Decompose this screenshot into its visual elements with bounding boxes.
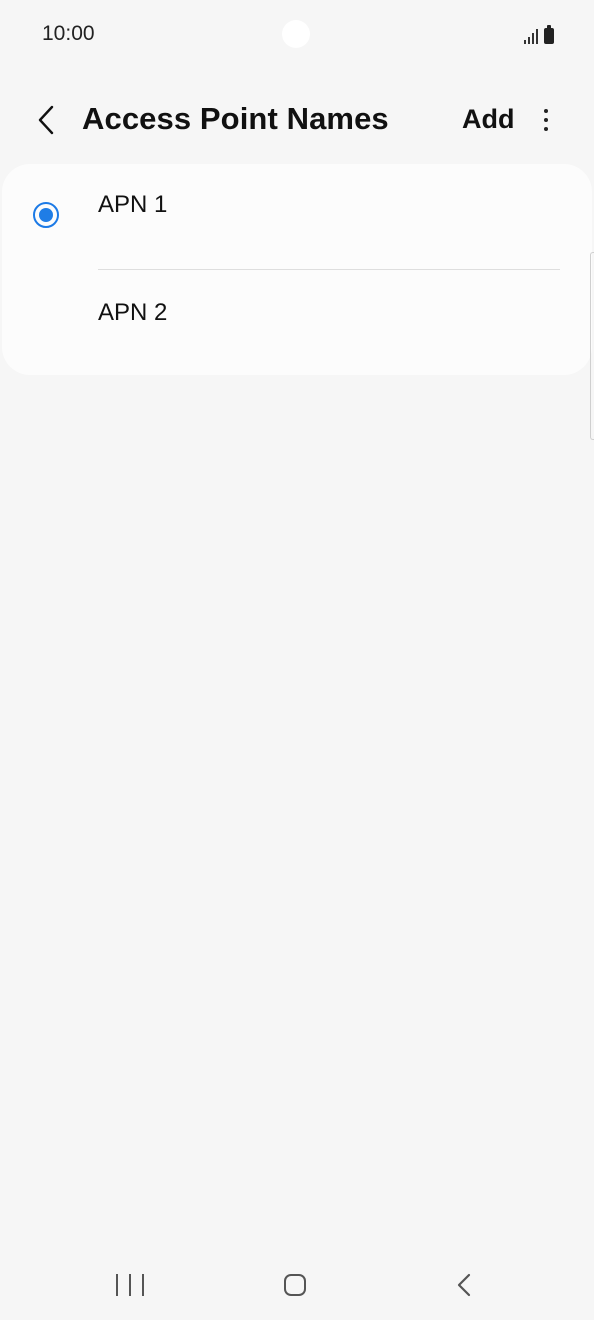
home-button[interactable] xyxy=(284,1274,306,1296)
radio-dot-icon xyxy=(39,208,53,222)
page-title: Access Point Names xyxy=(82,101,389,136)
apn-item-label: APN 1 xyxy=(98,191,168,218)
recents-icon xyxy=(116,1274,118,1296)
recents-button[interactable] xyxy=(116,1272,144,1298)
more-options-button[interactable] xyxy=(532,102,560,138)
nav-back-button[interactable] xyxy=(452,1272,476,1298)
back-button[interactable] xyxy=(28,100,64,140)
apn-item-2[interactable]: APN 2 xyxy=(2,270,592,375)
back-icon xyxy=(457,1273,471,1297)
camera-cutout xyxy=(282,20,310,48)
apn-item-1[interactable]: APN 1 xyxy=(2,164,592,270)
radio-button-selected[interactable] xyxy=(33,202,59,228)
status-time: 10:00 xyxy=(42,22,95,45)
more-vertical-icon xyxy=(544,109,548,113)
apn-list: APN 1 APN 2 xyxy=(2,164,592,375)
chevron-left-icon xyxy=(38,105,54,135)
status-icons xyxy=(524,24,554,44)
navigation-bar xyxy=(0,1250,594,1320)
status-bar: 10:00 xyxy=(0,0,594,70)
add-button[interactable]: Add xyxy=(458,102,518,137)
battery-icon xyxy=(544,25,554,44)
scroll-indicator[interactable] xyxy=(590,252,594,440)
app-bar: Access Point Names Add xyxy=(0,88,594,152)
apn-item-label: APN 2 xyxy=(98,299,168,326)
phone-screen: 10:00 Access Point Names Add APN 1 APN 2 xyxy=(0,0,594,1320)
signal-icon xyxy=(524,28,538,44)
